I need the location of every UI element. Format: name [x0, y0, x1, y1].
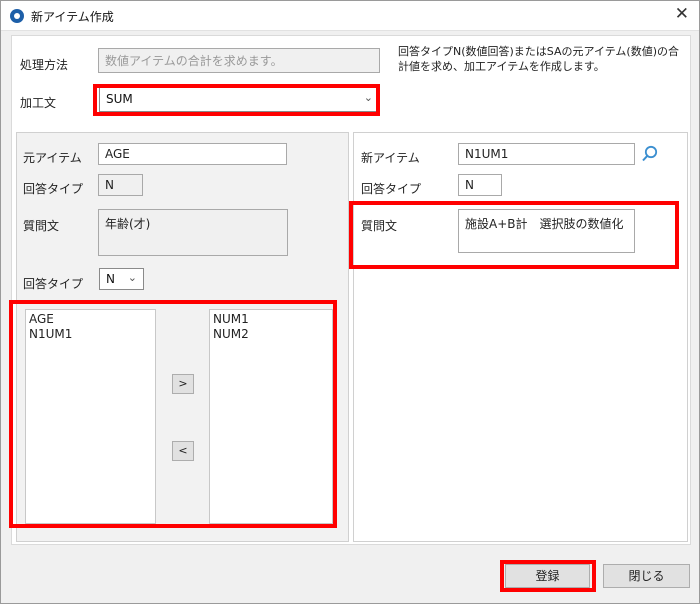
source-answer-type-label: 回答タイプ — [23, 182, 84, 196]
close-window-button[interactable]: ✕ — [675, 4, 689, 24]
app-logo-icon — [10, 9, 24, 23]
remove-item-button[interactable]: < — [172, 441, 194, 461]
answer-type-select-value: N — [106, 272, 115, 286]
list-item[interactable]: NUM1 — [213, 312, 329, 327]
list-item[interactable]: AGE — [29, 312, 152, 327]
source-question-label: 質問文 — [23, 219, 60, 233]
source-question-field: 年齢(才) — [98, 209, 288, 256]
list-item[interactable]: N1UM1 — [29, 327, 152, 342]
source-answer-type-field: N — [98, 174, 143, 196]
list-item[interactable]: NUM2 — [213, 327, 329, 342]
close-button[interactable]: 閉じる — [603, 564, 690, 588]
formula-label: 加工文 — [20, 96, 57, 110]
method-field[interactable]: 数値アイテムの合計を求めます。 — [98, 48, 380, 73]
register-button[interactable]: 登録 — [505, 564, 590, 588]
answer-type-select[interactable]: N ⌄ — [99, 268, 144, 290]
answer-type-select-label: 回答タイプ — [23, 277, 84, 291]
new-item-label: 新アイテム — [361, 151, 420, 165]
formula-select[interactable]: SUM ⌄ — [99, 87, 380, 112]
window-title: 新アイテム作成 — [31, 10, 114, 24]
new-answer-type-label: 回答タイプ — [361, 182, 422, 196]
available-items-list[interactable]: AGE N1UM1 — [25, 309, 156, 524]
formula-select-value: SUM — [106, 92, 133, 106]
method-description: 回答タイプN(数値回答)またはSAの元アイテム(数値)の合計値を求め、加工アイテ… — [398, 45, 680, 73]
source-item-label: 元アイテム — [23, 151, 82, 165]
new-question-field[interactable]: 施設A+B計 選択肢の数値化 — [458, 209, 635, 253]
new-answer-type-field: N — [458, 174, 502, 196]
add-item-button[interactable]: > — [172, 374, 194, 394]
dialog-window: 新アイテム作成 ✕ 処理方法 数値アイテムの合計を求めます。 回答タイプN(数値… — [0, 0, 700, 604]
new-item-field[interactable]: N1UM1 — [458, 143, 635, 165]
method-label: 処理方法 — [20, 58, 69, 72]
source-item-field[interactable]: AGE — [98, 143, 287, 165]
chevron-down-icon: ⌄ — [363, 91, 373, 104]
new-item-panel: 新アイテム N1UM1 回答タイプ N 質問文 施設A+B計 選択肢の数値化 — [353, 132, 688, 542]
search-icon[interactable] — [641, 145, 659, 163]
new-question-label: 質問文 — [361, 219, 398, 233]
source-panel: 元アイテム AGE 回答タイプ N 質問文 年齢(才) 回答タイプ N ⌄ AG… — [16, 132, 349, 542]
selected-items-list[interactable]: NUM1 NUM2 — [209, 309, 333, 524]
title-bar: 新アイテム作成 ✕ — [1, 1, 699, 31]
chevron-down-icon: ⌄ — [127, 271, 137, 284]
main-panel: 処理方法 数値アイテムの合計を求めます。 回答タイプN(数値回答)またはSAの元… — [11, 35, 691, 545]
